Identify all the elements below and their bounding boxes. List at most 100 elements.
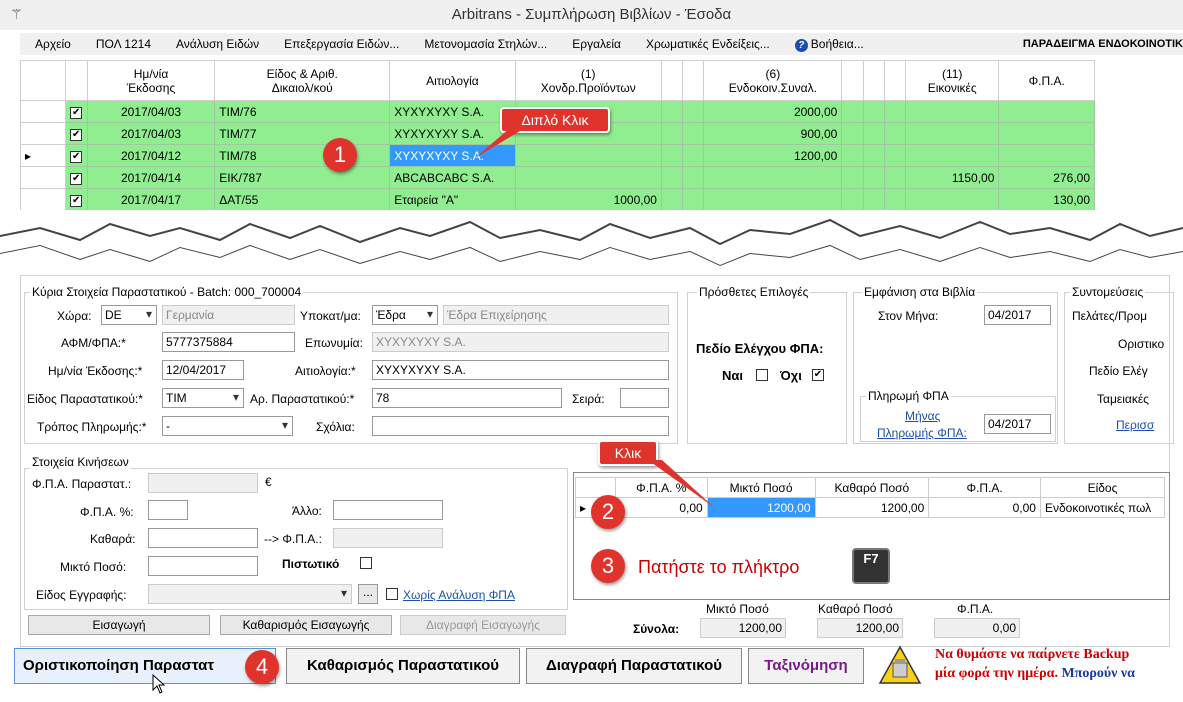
clear-document-button[interactable]: Καθαρισμός Παραστατικού: [286, 648, 520, 684]
cell-doc[interactable]: ΕΙΚ/787: [214, 166, 391, 189]
table-row[interactable]: ▸ ✔ 2017/04/12 ΤΙΜ/78 XYXYXYXY S.A. 1200,00: [20, 144, 1095, 167]
cell-reason[interactable]: XYXYXYXY S.A.: [389, 100, 516, 123]
cell-blank[interactable]: [883, 188, 907, 211]
credit-checkbox[interactable]: [360, 557, 372, 569]
cell-doc[interactable]: ΤΙΜ/77: [214, 122, 391, 145]
cell-vat[interactable]: [998, 100, 1095, 123]
menu-tools[interactable]: Εργαλεία: [557, 37, 631, 51]
cell-blank[interactable]: [883, 122, 907, 145]
header-doc[interactable]: Είδος & Αριθ. Δικαιολ/κού: [214, 60, 391, 101]
issue-date-input[interactable]: 12/04/2017: [162, 360, 244, 380]
reason-input[interactable]: XYXYXYXY S.A.: [372, 360, 669, 380]
cell-col6[interactable]: 2000,00: [703, 100, 843, 123]
branch-select[interactable]: Έδρα: [372, 305, 438, 325]
header-reason[interactable]: Αιτιολογία: [389, 60, 516, 101]
vat-payment-link[interactable]: Πληρωμής ΦΠΑ:: [877, 426, 967, 440]
vat-id-input[interactable]: 5777375884: [162, 332, 295, 352]
cell-col11[interactable]: [904, 188, 1000, 211]
no-vat-analysis-checkbox[interactable]: [386, 588, 398, 600]
lines-header-net[interactable]: Καθαρό Ποσό: [814, 477, 930, 498]
cell-blank[interactable]: [841, 144, 864, 167]
cell-date[interactable]: 2017/04/14: [86, 166, 216, 189]
cell-reason[interactable]: ABCABCABC S.A.: [389, 166, 516, 189]
clear-insert-button[interactable]: Καθαρισμός Εισαγωγής: [220, 615, 392, 635]
menu-rename-columns[interactable]: Μετονομασία Στηλών...: [409, 37, 557, 51]
shortcut-more-link[interactable]: Περισσ: [1116, 418, 1154, 432]
entry-type-select[interactable]: [148, 584, 352, 604]
doc-number-input[interactable]: 78: [372, 388, 562, 408]
cell-blank[interactable]: [883, 166, 907, 189]
cell-blank[interactable]: [862, 122, 885, 145]
cell-doc[interactable]: ΤΙΜ/78: [214, 144, 391, 167]
entry-type-browse-button[interactable]: ...: [358, 584, 378, 604]
row-checkbox-cell[interactable]: ✔: [64, 166, 88, 189]
yes-checkbox[interactable]: [756, 369, 768, 381]
cell-blank[interactable]: [841, 100, 864, 123]
doc-type-select[interactable]: ΤΙΜ: [162, 388, 244, 408]
cell-blank[interactable]: [660, 100, 684, 123]
shortcut-check-field[interactable]: Πεδίο Ελέγ: [1089, 364, 1148, 378]
table-row[interactable]: ✔ 2017/04/14 ΕΙΚ/787 ABCABCABC S.A. 1150,00 2…: [20, 166, 1095, 189]
cell-col11[interactable]: 1150,00: [904, 166, 1000, 189]
row-checkbox[interactable]: ✔: [70, 129, 83, 141]
shortcut-cash[interactable]: Ταμειακές: [1097, 392, 1149, 406]
cell-col11[interactable]: [904, 144, 1000, 167]
row-checkbox[interactable]: ✔: [70, 173, 83, 185]
menu-help[interactable]: ? Βοήθεια...: [780, 37, 874, 52]
vat-payment-month-input[interactable]: 04/2017: [984, 414, 1051, 434]
cell-col1[interactable]: [514, 166, 662, 189]
cell-date[interactable]: 2017/04/03: [86, 122, 216, 145]
gross-input[interactable]: [148, 556, 258, 576]
payment-method-select[interactable]: -: [162, 416, 293, 436]
row-checkbox[interactable]: ✔: [70, 107, 83, 119]
cell-blank[interactable]: [660, 188, 684, 211]
delete-document-button[interactable]: Διαγραφή Παραστατικού: [526, 648, 742, 684]
lines-cell-vat[interactable]: 0,00: [928, 497, 1041, 518]
table-row[interactable]: ✔ 2017/04/17 ΔΑΤ/55 Εταιρεία "Α" 1000,00 130,…: [20, 188, 1095, 211]
cell-blank[interactable]: [660, 122, 684, 145]
header-vat[interactable]: Φ.Π.Α.: [998, 60, 1095, 101]
shortcut-final[interactable]: Οριστικο: [1118, 337, 1164, 351]
cell-col1[interactable]: [514, 144, 662, 167]
lines-cell-net[interactable]: 1200,00: [814, 497, 930, 518]
row-checkbox-cell[interactable]: ✔: [64, 100, 88, 123]
cell-blank[interactable]: [682, 122, 705, 145]
cell-doc[interactable]: ΤΙΜ/76: [214, 100, 391, 123]
cell-blank[interactable]: [841, 122, 864, 145]
menu-item-analysis[interactable]: Ανάλυση Ειδών: [161, 37, 269, 51]
cell-vat[interactable]: [998, 144, 1095, 167]
row-checkbox-cell[interactable]: ✔: [64, 122, 88, 145]
cell-reason[interactable]: Εταιρεία "Α": [389, 188, 516, 211]
finalize-button[interactable]: Οριστικοποίηση Παραστατ: [14, 648, 276, 684]
menu-color-indicators[interactable]: Χρωματικές Ενδείξεις...: [631, 37, 780, 51]
vat-payment-month-link[interactable]: Μήνας: [905, 409, 940, 423]
other-input[interactable]: [333, 500, 443, 520]
country-code-select[interactable]: DE: [101, 305, 157, 325]
row-checkbox-cell[interactable]: ✔: [64, 144, 88, 167]
no-checkbox[interactable]: ✔: [812, 369, 824, 381]
shortcut-customers[interactable]: Πελάτες/Προμ: [1072, 309, 1147, 323]
cell-blank[interactable]: [862, 100, 885, 123]
cell-col6[interactable]: [703, 188, 843, 211]
cell-col11[interactable]: [904, 100, 1000, 123]
menu-file[interactable]: Αρχείο: [20, 37, 81, 51]
header-col1[interactable]: (1) Χονδρ.Προϊόντων: [514, 60, 662, 101]
header-col11[interactable]: (11) Εικονικές: [904, 60, 1000, 101]
cell-blank[interactable]: [841, 166, 864, 189]
cell-vat[interactable]: 130,00: [998, 188, 1095, 211]
net-input[interactable]: [148, 528, 258, 548]
month-input[interactable]: 04/2017: [984, 305, 1051, 325]
cell-col6[interactable]: [703, 166, 843, 189]
menu-pol[interactable]: ΠΟΛ 1214: [81, 37, 161, 51]
comments-input[interactable]: [372, 416, 669, 436]
lines-header-vat[interactable]: Φ.Π.Α.: [928, 477, 1041, 498]
cell-blank[interactable]: [660, 166, 684, 189]
vat-pct-input[interactable]: [148, 500, 188, 520]
cell-date[interactable]: 2017/04/03: [86, 100, 216, 123]
cell-blank[interactable]: [883, 100, 907, 123]
series-input[interactable]: [620, 388, 669, 408]
sort-button[interactable]: Ταξινόμηση: [748, 648, 864, 684]
cell-blank[interactable]: [660, 144, 684, 167]
menu-item-edit[interactable]: Επεξεργασία Ειδών...: [269, 37, 409, 51]
cell-blank[interactable]: [682, 166, 705, 189]
